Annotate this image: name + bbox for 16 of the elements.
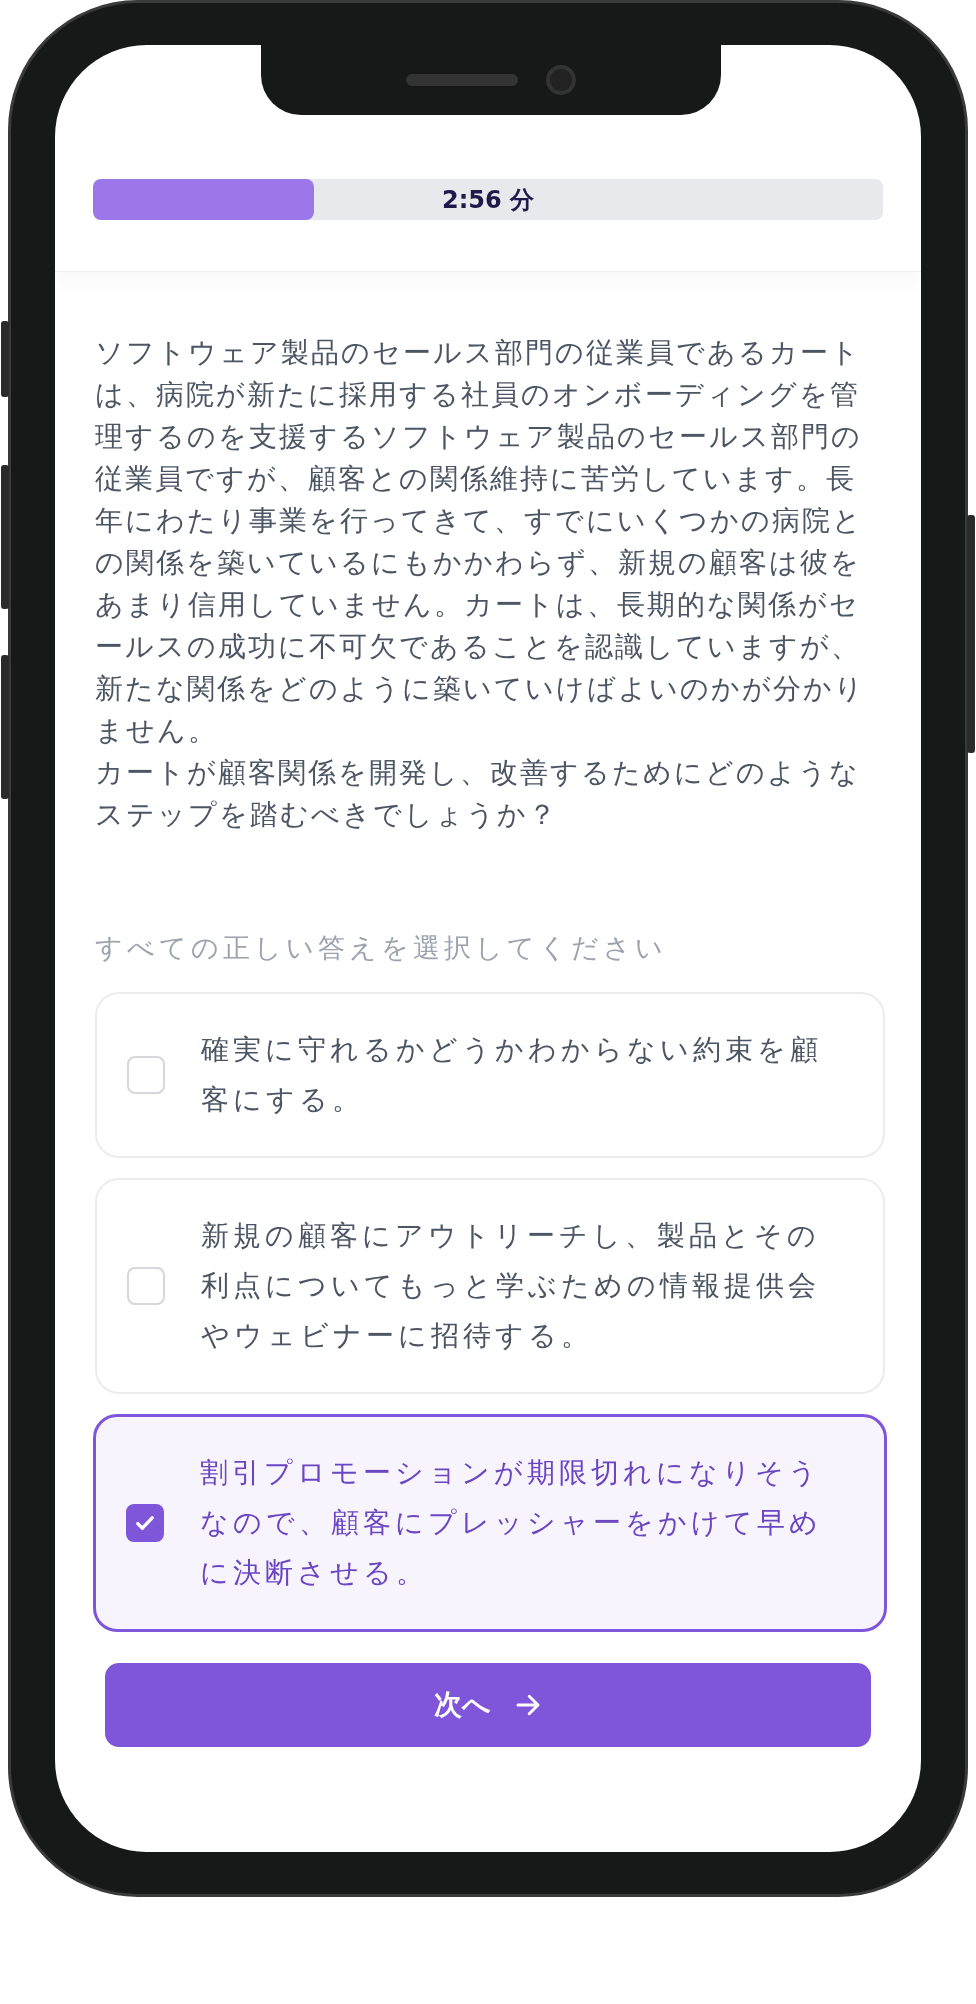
- checkbox[interactable]: [126, 1504, 164, 1542]
- answer-option[interactable]: 確実に守れるかどうかわからない約束を顧客にする。: [95, 992, 885, 1158]
- camera-icon: [546, 65, 576, 95]
- timer-label: 2:56 分: [441, 184, 535, 216]
- question-text: カートが顧客関係を開発し、改善するためにどのようなステップを踏むべきでしょうか？: [95, 755, 861, 833]
- question-text: ソフトウェア製品のセールス部門の従業員であるカートは、病院が新たに採用する社員のオンボーディングを管理するのを支援するソフトウェア製品のセールス部門の従業員ですが、顧客との関係維持に苦労しています。長年にわたり事業を行ってきて、すでにいくつかの病院との関係を築いているにもかかわらず、新規の顧客は彼をあまり信用していません。カートは、長期的な関係がセールスの成功に不可欠であることを認識していますが、新たな関係をどのように築いていけばよいのかが分かりません。: [95, 335, 866, 749]
- answer-option[interactable]: 割引プロモーションが期限切れになりそうなので、顧客にプレッシャーをかけて早めに決断させる。: [93, 1414, 887, 1632]
- checkbox[interactable]: [127, 1056, 165, 1094]
- checkbox[interactable]: [127, 1267, 165, 1305]
- instruction-text: すべての正しい答えを選択してください: [95, 931, 668, 965]
- option-text: 確実に守れるかどうかわからない約束を顧客にする。: [201, 1032, 823, 1118]
- answer-option[interactable]: 新規の顧客にアウトリーチし、製品とその利点についてもっと学ぶための情報提供会やウェビナーに招待する。: [95, 1178, 885, 1394]
- option-text: 割引プロモーションが期限切れになりそうなので、顧客にプレッシャーをかけて早めに決断させる。: [200, 1455, 823, 1591]
- option-text: 新規の顧客にアウトリーチし、製品とその利点についてもっと学ぶための情報提供会やウェビナーに招待する。: [201, 1218, 821, 1354]
- next-button[interactable]: 次へ: [105, 1663, 871, 1747]
- speaker-icon: [406, 74, 518, 86]
